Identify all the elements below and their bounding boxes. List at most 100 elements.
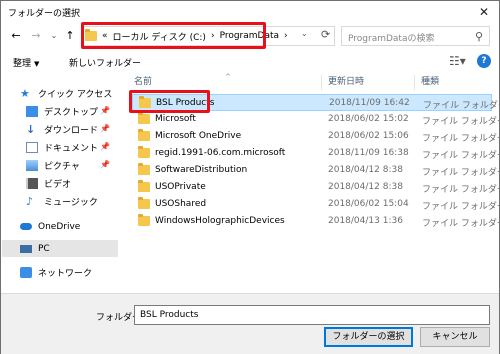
pin-icon: 📌 bbox=[100, 142, 110, 151]
search-placeholder: ProgramDataの検索 bbox=[348, 34, 435, 44]
title-bar: フォルダーの選択 ✕ bbox=[1, 1, 499, 23]
window-title: フォルダーの選択 bbox=[8, 9, 81, 19]
sidebar-item-desktop[interactable]: デスクトップ 📌 bbox=[2, 103, 118, 120]
item-date: 2018/11/09 16:38 bbox=[328, 148, 409, 158]
folder-picker-dialog: フォルダーの選択 ✕ ← → ⌄ ↑ « ローカル ディスク (C:) › Pr… bbox=[0, 0, 500, 354]
item-name: Microsoft bbox=[155, 114, 196, 124]
help-icon[interactable]: ? bbox=[477, 54, 491, 68]
back-arrow-icon[interactable]: ← bbox=[9, 28, 23, 44]
column-header-type[interactable]: 種類 bbox=[421, 73, 439, 91]
star-icon: ★ bbox=[20, 87, 30, 100]
list-item[interactable]: Microsoft 2018/06/02 15:02 ファイル フォルダー bbox=[132, 111, 500, 128]
folder-icon bbox=[138, 214, 150, 226]
sidebar-item-downloads[interactable]: ↓ ダウンロード 📌 bbox=[2, 121, 118, 138]
folder-icon bbox=[138, 112, 150, 124]
pictures-icon bbox=[26, 160, 38, 171]
navigation-pane-scrollbar[interactable] bbox=[119, 73, 126, 293]
breadcrumb-separator-icon: › bbox=[284, 31, 288, 41]
pin-icon: 📌 bbox=[100, 106, 110, 115]
item-date: 2018/11/09 16:42 bbox=[329, 98, 410, 108]
list-item[interactable]: Microsoft OneDrive 2018/06/02 15:06 ファイル… bbox=[132, 128, 500, 145]
refresh-icon[interactable]: ⟳ bbox=[321, 28, 330, 41]
list-item[interactable]: USOShared 2018/06/02 15:04 ファイル フォルダー bbox=[132, 196, 500, 213]
network-icon bbox=[20, 267, 32, 278]
sidebar-item-label: ピクチャ bbox=[44, 162, 80, 172]
column-divider[interactable] bbox=[414, 75, 415, 90]
item-type: ファイル フォルダー bbox=[422, 117, 500, 127]
organize-menu[interactable]: 整理 ▼ bbox=[13, 56, 39, 69]
videos-icon bbox=[26, 178, 38, 189]
item-type: ファイル フォルダー bbox=[422, 185, 500, 195]
item-type: ファイル フォルダー bbox=[422, 219, 500, 229]
onedrive-icon bbox=[20, 223, 32, 230]
view-options-icon[interactable]: ☷▾ bbox=[449, 54, 466, 68]
sidebar-item-network[interactable]: ネットワーク bbox=[2, 264, 118, 281]
sidebar-item-label: ダウンロード bbox=[44, 126, 99, 136]
sort-ascending-icon: ^ bbox=[225, 73, 231, 81]
chevron-down-icon: ▼ bbox=[34, 60, 40, 68]
pin-icon: 📌 bbox=[100, 160, 110, 169]
item-type: ファイル フォルダー bbox=[422, 168, 500, 178]
navigation-pane: ★ クイック アクセス デスクトップ 📌 ↓ ダウンロード 📌 ドキュメント 📌… bbox=[2, 73, 119, 293]
folder-icon bbox=[138, 129, 150, 141]
forward-arrow-icon[interactable]: → bbox=[29, 28, 43, 44]
sidebar-item-pc[interactable]: PC bbox=[2, 240, 118, 257]
item-date: 2018/06/02 15:06 bbox=[328, 131, 409, 141]
organize-label: 整理 bbox=[13, 59, 32, 69]
list-item[interactable]: regid.1991-06.com.microsoft 2018/11/09 1… bbox=[132, 145, 500, 162]
sidebar-item-videos[interactable]: ビデオ bbox=[2, 175, 118, 192]
download-icon: ↓ bbox=[26, 123, 36, 136]
item-date: 2018/04/13 1:36 bbox=[328, 216, 403, 226]
recent-locations-icon[interactable]: ⌄ bbox=[47, 28, 61, 44]
sidebar-item-pictures[interactable]: ピクチャ 📌 bbox=[2, 157, 118, 174]
list-item[interactable]: USOPrivate 2018/04/12 8:38 ファイル フォルダー bbox=[132, 179, 500, 196]
list-item[interactable]: WindowsHolographicDevices 2018/04/13 1:3… bbox=[132, 213, 500, 230]
desktop-icon bbox=[26, 106, 38, 117]
pc-icon bbox=[20, 244, 32, 253]
sidebar-item-label: デスクトップ bbox=[44, 108, 99, 118]
new-folder-button[interactable]: 新しいフォルダー bbox=[69, 56, 141, 69]
item-name: USOShared bbox=[155, 199, 207, 209]
item-name: WindowsHolographicDevices bbox=[155, 216, 285, 226]
folder-name-input[interactable]: BSL Products bbox=[134, 305, 490, 325]
list-item[interactable]: SoftwareDistribution 2018/04/12 8:38 ファイ… bbox=[132, 162, 500, 179]
item-date: 2018/06/02 15:04 bbox=[328, 199, 409, 209]
sidebar-item-music[interactable]: ♪ ミュージック bbox=[2, 193, 118, 210]
sidebar-item-label: OneDrive bbox=[38, 221, 81, 232]
column-header-name[interactable]: 名前 bbox=[134, 73, 152, 91]
folder-icon bbox=[138, 197, 150, 209]
sidebar-item-documents[interactable]: ドキュメント 📌 bbox=[2, 139, 118, 156]
sidebar-item-quick-access[interactable]: ★ クイック アクセス bbox=[2, 85, 118, 102]
sidebar-item-label: ドキュメント bbox=[44, 144, 99, 154]
select-folder-button[interactable]: フォルダーの選択 bbox=[324, 327, 413, 347]
dialog-footer: フォルダー: BSL Products フォルダーの選択 キャンセル bbox=[1, 293, 499, 354]
item-date: 2018/04/12 8:38 bbox=[328, 165, 403, 175]
item-name: Microsoft OneDrive bbox=[155, 131, 242, 141]
close-button[interactable]: ✕ bbox=[469, 1, 499, 23]
item-type: ファイル フォルダー bbox=[422, 202, 500, 212]
cancel-button[interactable]: キャンセル bbox=[420, 327, 490, 347]
folder-icon bbox=[138, 180, 150, 192]
selected-folder-highlight-box bbox=[129, 90, 210, 113]
folder-icon bbox=[138, 146, 150, 158]
item-date: 2018/06/02 15:02 bbox=[328, 114, 409, 124]
sidebar-item-label: クイック アクセス bbox=[38, 90, 113, 100]
search-icon[interactable]: ⚲ bbox=[475, 30, 483, 43]
sidebar-item-label: ミュージック bbox=[44, 198, 98, 208]
folder-icon bbox=[138, 163, 150, 175]
music-icon: ♪ bbox=[26, 195, 34, 208]
column-divider[interactable] bbox=[321, 75, 322, 90]
sidebar-item-label: PC bbox=[38, 243, 50, 254]
item-type: ファイル フォルダー bbox=[422, 151, 500, 161]
item-name: USOPrivate bbox=[155, 182, 206, 192]
pin-icon: 📌 bbox=[100, 124, 110, 133]
sidebar-item-label: ビデオ bbox=[44, 180, 72, 190]
search-box[interactable]: ProgramDataの検索 ⚲ bbox=[341, 26, 490, 46]
item-type: ファイル フォルダー bbox=[422, 134, 500, 144]
column-header-date[interactable]: 更新日時 bbox=[328, 73, 364, 91]
up-arrow-icon[interactable]: ↑ bbox=[63, 28, 77, 44]
address-dropdown-icon[interactable]: ⌄ bbox=[301, 29, 308, 38]
item-name: SoftwareDistribution bbox=[155, 165, 248, 175]
sidebar-item-onedrive[interactable]: OneDrive bbox=[2, 218, 118, 235]
documents-icon bbox=[26, 142, 38, 153]
